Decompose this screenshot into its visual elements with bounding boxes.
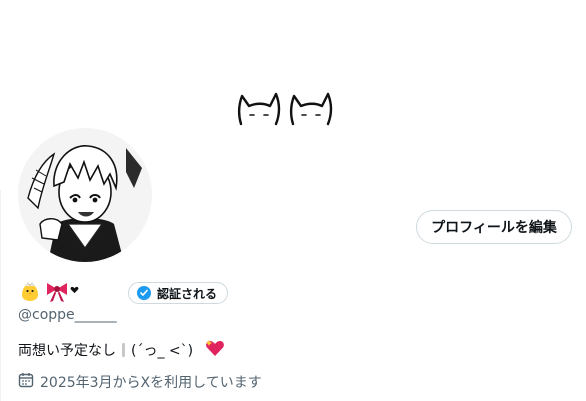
edit-profile-button[interactable]: プロフィールを編集 xyxy=(416,210,572,244)
join-date-label: 2025年3月からXを利用しています xyxy=(40,375,262,391)
profile-bio: 両想い予定なし (´っ_ <`) xyxy=(18,339,225,361)
cat-faces-drawing xyxy=(238,92,333,126)
calendar-icon xyxy=(18,372,34,392)
avatar[interactable] xyxy=(18,128,152,262)
bio-text: 両想い予定なし xyxy=(18,343,116,359)
manga-boy-avatar-icon xyxy=(18,128,152,262)
get-verified-button[interactable]: 認証される xyxy=(128,282,229,304)
sparkling-heart-icon xyxy=(205,339,225,361)
join-date: 2025年3月からXを利用しています xyxy=(18,372,262,392)
get-verified-label: 認証される xyxy=(157,286,218,301)
small-heart-icon xyxy=(70,279,79,298)
bio-kaomoji: (´っ_ <`) xyxy=(131,343,194,359)
display-name xyxy=(18,280,79,306)
verified-check-icon xyxy=(137,286,151,300)
username-handle: @coppe______ xyxy=(18,307,117,323)
chick-emoji-icon xyxy=(18,279,42,307)
exclamation-icon xyxy=(122,343,125,357)
ribbon-emoji-icon xyxy=(44,279,70,307)
